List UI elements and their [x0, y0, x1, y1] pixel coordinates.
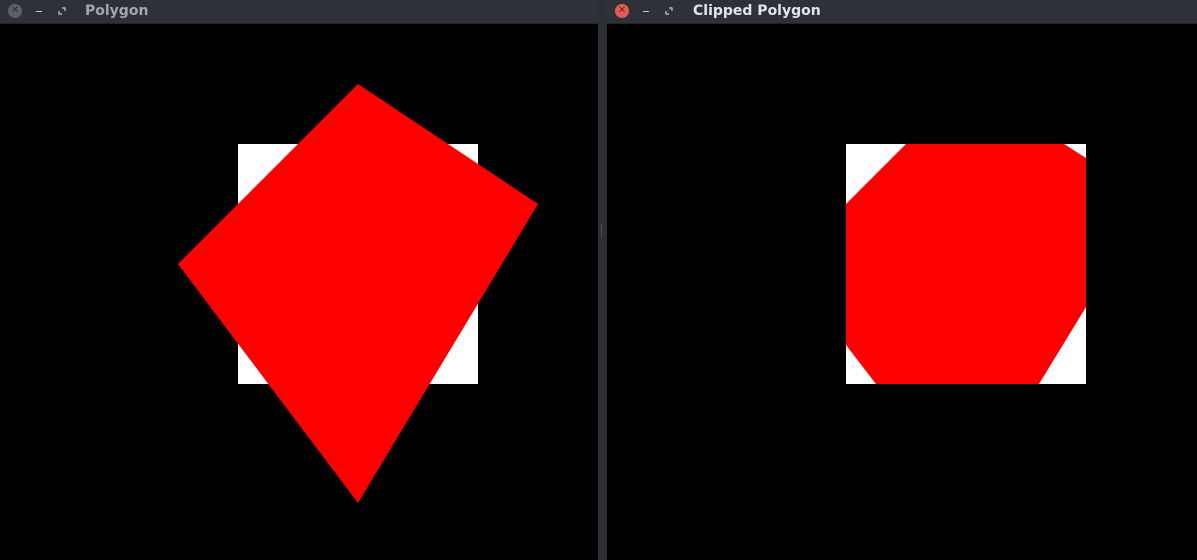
maximize-icon[interactable] [55, 4, 69, 18]
input-polygon [178, 84, 538, 503]
polygon-canvas [178, 84, 538, 503]
close-icon[interactable]: ✕ [8, 4, 22, 18]
minimize-icon[interactable] [639, 4, 653, 18]
window-divider [598, 0, 607, 560]
minimize-icon[interactable] [32, 4, 46, 18]
clipped-polygon [846, 144, 1086, 384]
window-title: Polygon [85, 3, 149, 19]
resize-handle-icon[interactable] [600, 224, 604, 238]
polygon-window: ✕ Polygon [0, 0, 598, 560]
window-title: Clipped Polygon [693, 3, 821, 19]
close-icon[interactable]: ✕ [615, 4, 629, 18]
clipped-window-titlebar[interactable]: ✕ Clipped Polygon [607, 0, 1197, 24]
clipped-polygon-window: ✕ Clipped Polygon [607, 0, 1197, 560]
polygon-window-titlebar[interactable]: ✕ Polygon [0, 0, 598, 24]
clipped-polygon-canvas [846, 144, 1086, 384]
maximize-icon[interactable] [662, 4, 676, 18]
